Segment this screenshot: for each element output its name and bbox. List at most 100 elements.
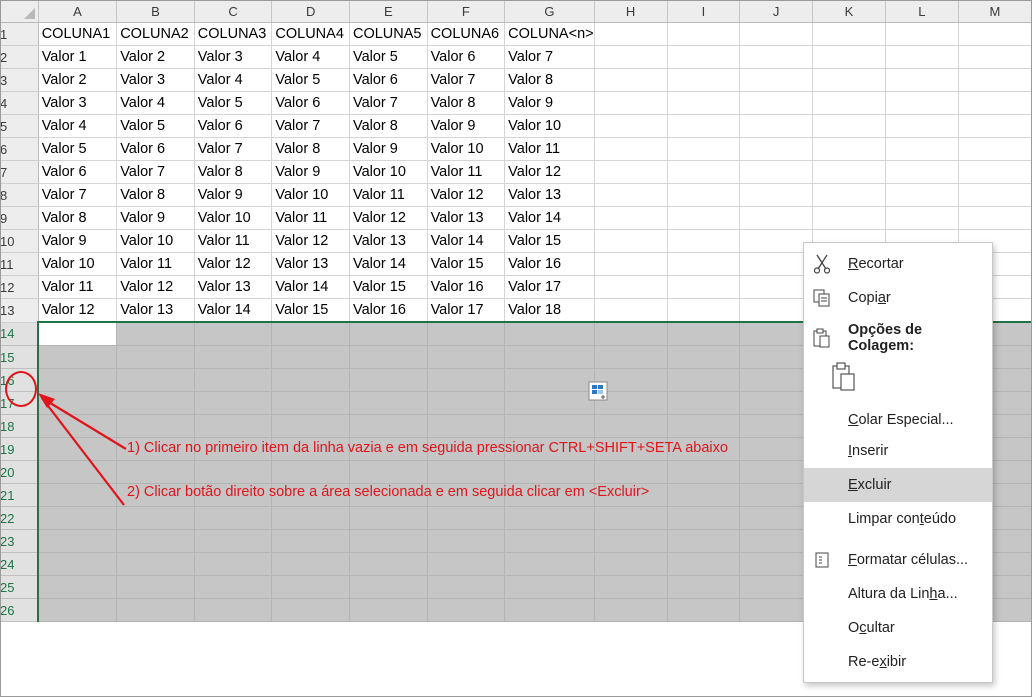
row-header[interactable]: 8 (0, 183, 39, 207)
column-header-l[interactable]: L (885, 0, 959, 23)
cell-i10[interactable] (667, 229, 741, 253)
cell-d25[interactable] (271, 575, 350, 599)
cell-h13[interactable] (594, 298, 668, 323)
cell-b4[interactable]: Valor 4 (116, 91, 195, 115)
cell-g3[interactable]: Valor 8 (504, 68, 595, 92)
cell-a26[interactable] (38, 598, 118, 622)
cell-d10[interactable]: Valor 12 (271, 229, 350, 253)
cell-h5[interactable] (594, 114, 668, 138)
cell-g11[interactable]: Valor 16 (504, 252, 595, 276)
cell-k5[interactable] (812, 114, 886, 138)
cell-i8[interactable] (667, 183, 741, 207)
cell-g4[interactable]: Valor 9 (504, 91, 595, 115)
row-header[interactable]: 6 (0, 137, 39, 161)
cell-j19[interactable] (739, 437, 814, 461)
cell-j10[interactable] (739, 229, 814, 253)
cell-l7[interactable] (885, 160, 959, 184)
menu-item-inserir[interactable]: Inserir (804, 434, 992, 468)
cell-g5[interactable]: Valor 10 (504, 114, 595, 138)
cell-b24[interactable] (116, 552, 195, 576)
cell-f4[interactable]: Valor 8 (427, 91, 506, 115)
cell-g7[interactable]: Valor 12 (504, 160, 595, 184)
column-header-f[interactable]: F (427, 0, 506, 23)
cell-c10[interactable]: Valor 11 (194, 229, 273, 253)
cell-j12[interactable] (739, 275, 814, 299)
quick-analysis-icon[interactable] (588, 381, 608, 401)
cell-d12[interactable]: Valor 14 (271, 275, 350, 299)
cell-c22[interactable] (194, 506, 273, 530)
cell-i12[interactable] (667, 275, 741, 299)
cell-b13[interactable]: Valor 13 (116, 298, 195, 323)
cell-g25[interactable] (504, 575, 595, 599)
cell-i15[interactable] (667, 345, 741, 369)
cell-f8[interactable]: Valor 12 (427, 183, 506, 207)
cell-a9[interactable]: Valor 8 (38, 206, 118, 230)
cell-h2[interactable] (594, 45, 668, 69)
cell-d13[interactable]: Valor 15 (271, 298, 350, 323)
cell-f11[interactable]: Valor 15 (427, 252, 506, 276)
cell-f18[interactable] (427, 414, 506, 438)
cell-k3[interactable] (812, 68, 886, 92)
cell-a10[interactable]: Valor 9 (38, 229, 118, 253)
cell-l9[interactable] (885, 206, 959, 230)
cell-e18[interactable] (349, 414, 428, 438)
row-header[interactable]: 12 (0, 275, 39, 299)
cell-d16[interactable] (271, 368, 350, 392)
cell-c15[interactable] (194, 345, 273, 369)
cell-e26[interactable] (349, 598, 428, 622)
cell-b22[interactable] (116, 506, 195, 530)
row-header[interactable]: 15 (0, 345, 40, 369)
cell-d8[interactable]: Valor 10 (271, 183, 350, 207)
cell-c8[interactable]: Valor 9 (194, 183, 273, 207)
cell-f20[interactable] (427, 460, 506, 484)
menu-item-limpar-conteudo[interactable]: Limpar conteúdo (804, 502, 992, 536)
cell-h15[interactable] (594, 345, 668, 369)
cell-g6[interactable]: Valor 11 (504, 137, 595, 161)
cell-i21[interactable] (667, 483, 741, 507)
column-header-a[interactable]: A (38, 0, 118, 23)
cell-f6[interactable]: Valor 10 (427, 137, 506, 161)
cell-i25[interactable] (667, 575, 741, 599)
cell-d11[interactable]: Valor 13 (271, 252, 350, 276)
cell-a1[interactable]: COLUNA1 (38, 22, 118, 46)
cell-b3[interactable]: Valor 3 (116, 68, 195, 92)
cell-k1[interactable] (812, 22, 886, 46)
cell-c14[interactable] (194, 321, 273, 346)
cell-m8[interactable] (958, 183, 1032, 207)
cell-a6[interactable]: Valor 5 (38, 137, 118, 161)
cell-b14[interactable] (116, 321, 195, 346)
cell-d7[interactable]: Valor 9 (271, 160, 350, 184)
cell-g12[interactable]: Valor 17 (504, 275, 595, 299)
menu-item-recortar[interactable]: Recortar (804, 247, 992, 281)
cell-i22[interactable] (667, 506, 741, 530)
menu-item-copiar[interactable]: Copiar (804, 281, 992, 315)
row-header[interactable]: 9 (0, 206, 39, 230)
cell-d14[interactable] (271, 321, 350, 346)
cell-m4[interactable] (958, 91, 1032, 115)
cell-e6[interactable]: Valor 9 (349, 137, 428, 161)
cell-j17[interactable] (739, 391, 814, 415)
cell-m7[interactable] (958, 160, 1032, 184)
cell-e17[interactable] (349, 391, 428, 415)
cell-e22[interactable] (349, 506, 428, 530)
cell-m6[interactable] (958, 137, 1032, 161)
cell-h20[interactable] (594, 460, 668, 484)
row-header[interactable]: 13 (0, 298, 39, 323)
cell-a18[interactable] (38, 414, 118, 438)
cell-j26[interactable] (739, 598, 814, 622)
cell-f3[interactable]: Valor 7 (427, 68, 506, 92)
cell-e13[interactable]: Valor 16 (349, 298, 428, 323)
row-header[interactable]: 26 (0, 598, 40, 622)
cell-c23[interactable] (194, 529, 273, 553)
cell-f10[interactable]: Valor 14 (427, 229, 506, 253)
cell-b12[interactable]: Valor 12 (116, 275, 195, 299)
cell-f2[interactable]: Valor 6 (427, 45, 506, 69)
column-header-m[interactable]: M (958, 0, 1032, 23)
cell-h23[interactable] (594, 529, 668, 553)
cell-d22[interactable] (271, 506, 350, 530)
cell-i3[interactable] (667, 68, 741, 92)
cell-f9[interactable]: Valor 13 (427, 206, 506, 230)
row-header[interactable]: 21 (0, 483, 40, 507)
cell-a24[interactable] (38, 552, 118, 576)
column-header-b[interactable]: B (116, 0, 195, 23)
